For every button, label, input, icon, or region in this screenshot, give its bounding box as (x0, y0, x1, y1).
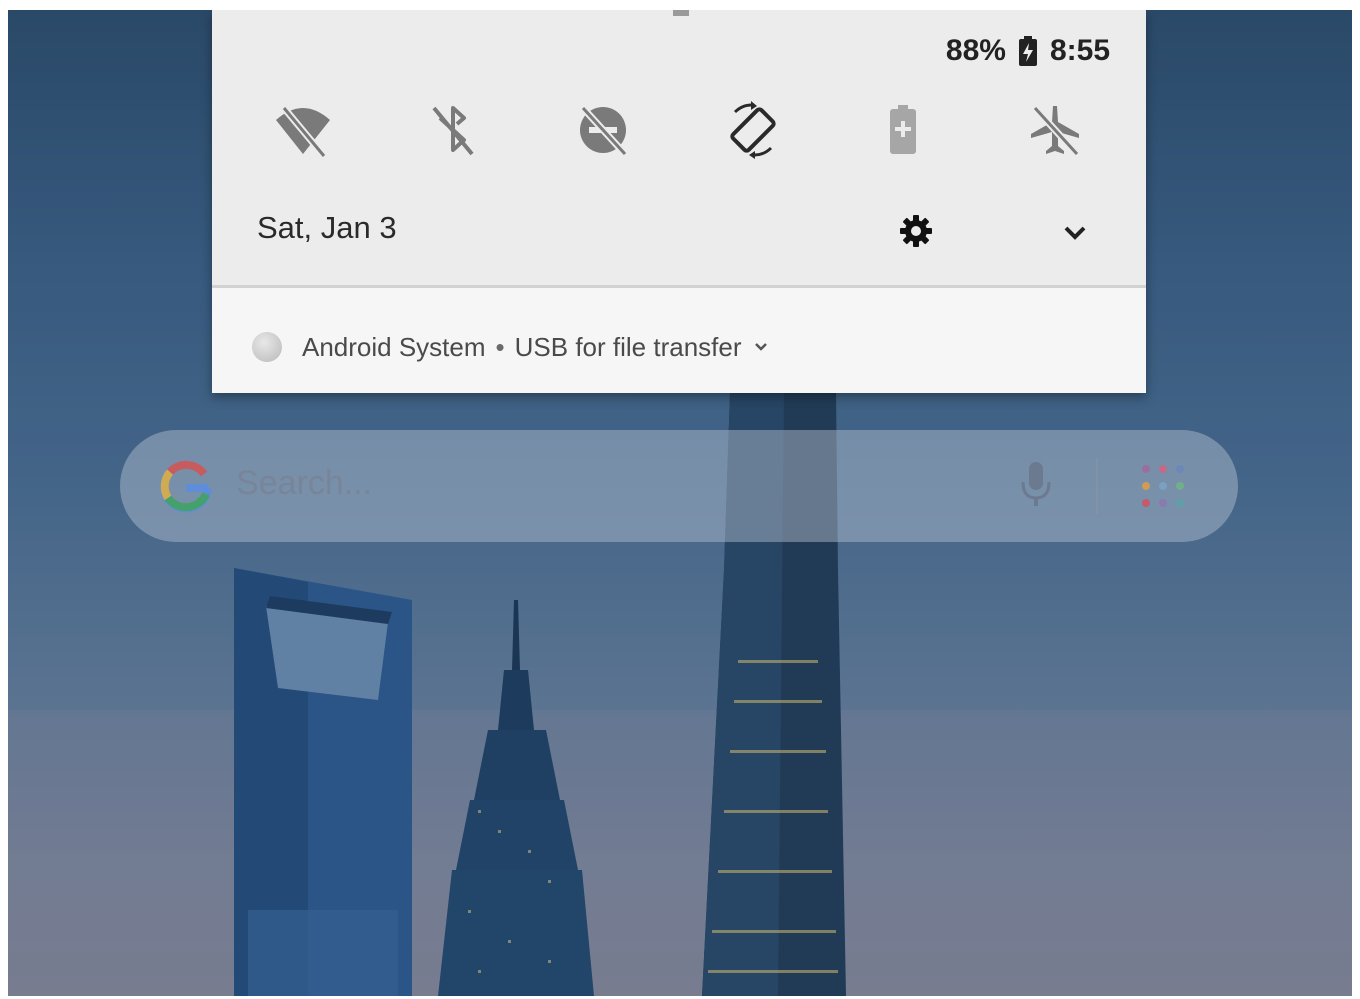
tile-bluetooth[interactable] (418, 95, 488, 165)
app-drawer-icon[interactable] (1140, 463, 1186, 509)
tile-auto-rotate[interactable] (718, 95, 788, 165)
airplane-mode-off-icon (1031, 105, 1080, 157)
quick-settings-tiles (212, 95, 1146, 165)
auto-rotate-icon (730, 101, 776, 159)
notification-usb[interactable]: Android System • USB for file transfer (212, 288, 1146, 393)
notification-title: USB for file transfer (514, 332, 742, 362)
tile-do-not-disturb[interactable] (568, 95, 638, 165)
gear-icon (900, 215, 932, 247)
chevron-down-icon (1064, 226, 1086, 240)
google-g-icon (160, 460, 212, 513)
shade-drag-handle[interactable] (673, 10, 689, 16)
tile-battery-saver[interactable] (868, 95, 938, 165)
tile-wifi[interactable] (268, 95, 338, 165)
search-input[interactable]: Search... (236, 464, 372, 503)
notification-shade[interactable]: 88% 8:55 Sat, Jan 3 Android System • USB… (212, 10, 1146, 393)
expand-quick-settings-button[interactable] (1060, 218, 1090, 248)
search-bar-divider (1096, 458, 1098, 514)
microphone-icon[interactable] (1016, 460, 1056, 510)
notification-expand-button[interactable] (752, 332, 770, 363)
chevron-down-icon (754, 343, 767, 351)
notification-separator: • (495, 332, 505, 362)
tile-airplane-mode[interactable] (1020, 95, 1090, 165)
battery-charging-icon (1018, 36, 1038, 66)
clock: 8:55 (1049, 34, 1110, 67)
wifi-off-icon (276, 105, 330, 158)
status-bar: 88% 8:55 (946, 34, 1110, 68)
settings-button[interactable] (898, 213, 934, 249)
notification-app-name: Android System (302, 332, 486, 362)
android-system-app-icon (252, 332, 282, 362)
do-not-disturb-off-icon (580, 105, 628, 157)
notification-header: Android System • USB for file transfer (302, 332, 770, 363)
date-label: Sat, Jan 3 (257, 210, 397, 245)
bluetooth-off-icon (432, 106, 474, 156)
search-bar[interactable]: Search... (120, 430, 1238, 542)
battery-percent: 88% (945, 34, 1006, 67)
battery-saver-icon (890, 105, 916, 154)
home-screen: 88% 8:55 Sat, Jan 3 Android System • USB… (8, 10, 1352, 996)
